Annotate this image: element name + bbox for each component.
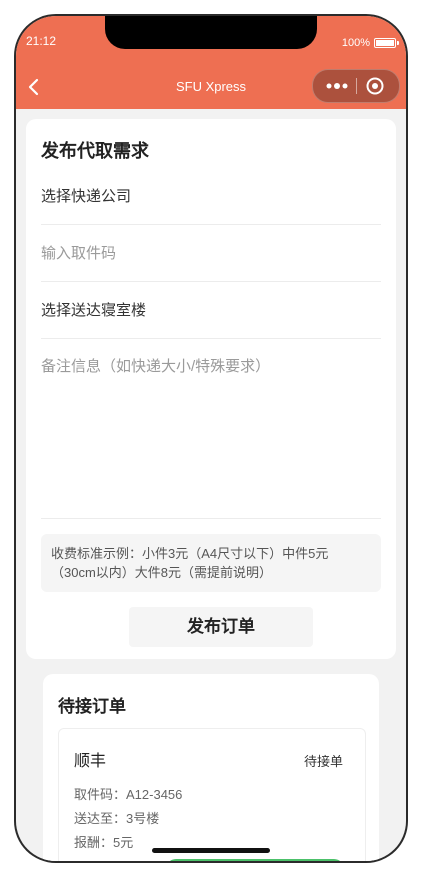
order-deliver-to: 送达至：3号楼 bbox=[74, 811, 160, 826]
pending-orders-card: 待接订单 顺丰 待接单 取件码：A12-3456 送达至：3号楼 报酬：5元 bbox=[43, 674, 379, 861]
publish-card: 发布代取需求 选择快递公司 输入取件码 选择送达寝室楼 备注信息（如快递大小/特… bbox=[26, 119, 396, 659]
pending-orders-title: 待接订单 bbox=[58, 697, 126, 716]
order-courier: 顺丰 bbox=[74, 753, 107, 770]
battery-icon bbox=[374, 38, 399, 48]
more-dots-icon[interactable] bbox=[325, 78, 349, 94]
battery-indicator: 100% bbox=[341, 37, 399, 49]
publish-card-title: 发布代取需求 bbox=[41, 141, 149, 161]
order-item[interactable]: 顺丰 待接单 取件码：A12-3456 送达至：3号楼 报酬：5元 bbox=[58, 728, 366, 861]
fee-note: 收费标准示例：小件3元（A4尺寸以下）中件5元（30cm以内）大件8元（需提前说… bbox=[41, 534, 381, 592]
publish-order-button[interactable]: 发布订单 bbox=[129, 607, 313, 647]
nav-bar: 21:12 100% SFU Xpress bbox=[16, 16, 406, 109]
mini-program-capsule bbox=[312, 69, 400, 103]
pickup-code-input[interactable]: 输入取件码 bbox=[41, 227, 381, 282]
accept-order-button[interactable] bbox=[166, 859, 344, 861]
phone-frame: 21:12 100% SFU Xpress 发布代取需求 选择快递公司 输入取件… bbox=[16, 16, 406, 861]
order-pickup-code: 取件码：A12-3456 bbox=[74, 787, 183, 802]
dorm-select[interactable]: 选择送达寝室楼 bbox=[41, 284, 381, 339]
status-time: 21:12 bbox=[26, 34, 57, 48]
battery-percent: 100% bbox=[341, 37, 370, 49]
close-target-icon[interactable] bbox=[365, 76, 385, 96]
order-reward: 报酬：5元 bbox=[74, 835, 134, 850]
home-indicator bbox=[152, 848, 270, 853]
remark-textarea[interactable]: 备注信息（如快递大小/特殊要求） bbox=[41, 355, 381, 376]
remark-divider bbox=[41, 518, 381, 519]
notch bbox=[105, 16, 317, 49]
capsule-divider bbox=[356, 78, 357, 94]
courier-select[interactable]: 选择快递公司 bbox=[41, 170, 381, 225]
order-status-badge: 待接单 bbox=[303, 754, 343, 769]
